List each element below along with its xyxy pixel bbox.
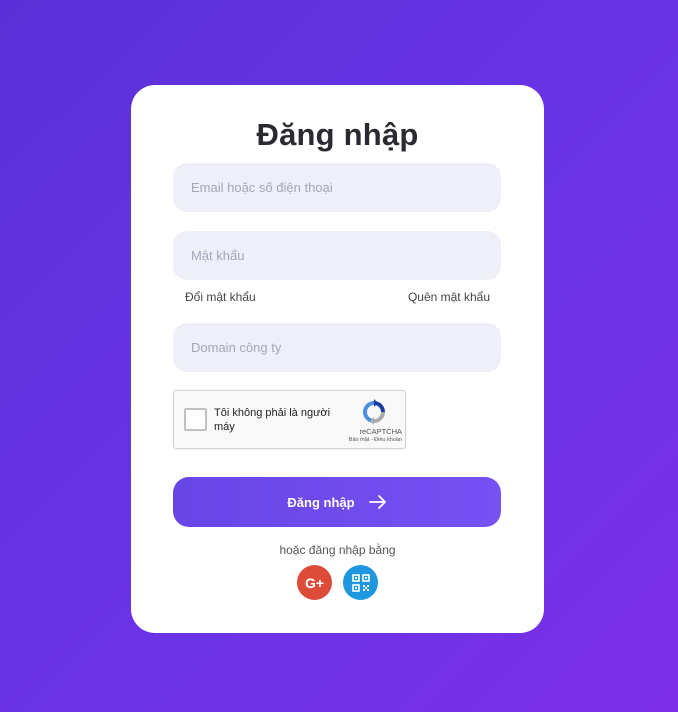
google-login-button[interactable]: G+ [297,565,332,600]
qr-login-button[interactable] [343,565,378,600]
google-plus-icon: G+ [304,574,325,591]
qr-code-icon [351,573,370,592]
recaptcha-terms-link[interactable]: Bảo mật - Điều khoản [324,437,402,443]
password-input[interactable] [173,231,501,280]
arrow-right-icon [368,495,386,509]
recaptcha-label: Tôi không phải là người máy [214,407,331,433]
login-card: Đăng nhập Đổi mật khẩu Quên mật khẩu Tôi… [131,85,544,633]
email-input[interactable] [173,163,501,212]
password-links: Đổi mật khẩu Quên mật khẩu [185,290,490,304]
page-title: Đăng nhập [256,117,419,152]
login-button-label: Đăng nhập [287,494,355,510]
recaptcha-widget: Tôi không phải là người máy reCAPTCHA Bả… [173,390,406,449]
forgot-password-link[interactable]: Quên mật khẩu [408,290,490,304]
company-domain-input[interactable] [173,323,501,372]
change-password-link[interactable]: Đổi mật khẩu [185,290,256,304]
alt-login-text: hoặc đăng nhập bằng [279,543,396,557]
recaptcha-brand: reCAPTCHA [359,427,402,436]
recaptcha-logo-icon [363,399,385,425]
login-button[interactable]: Đăng nhập [173,477,501,527]
recaptcha-checkbox[interactable] [184,408,207,431]
